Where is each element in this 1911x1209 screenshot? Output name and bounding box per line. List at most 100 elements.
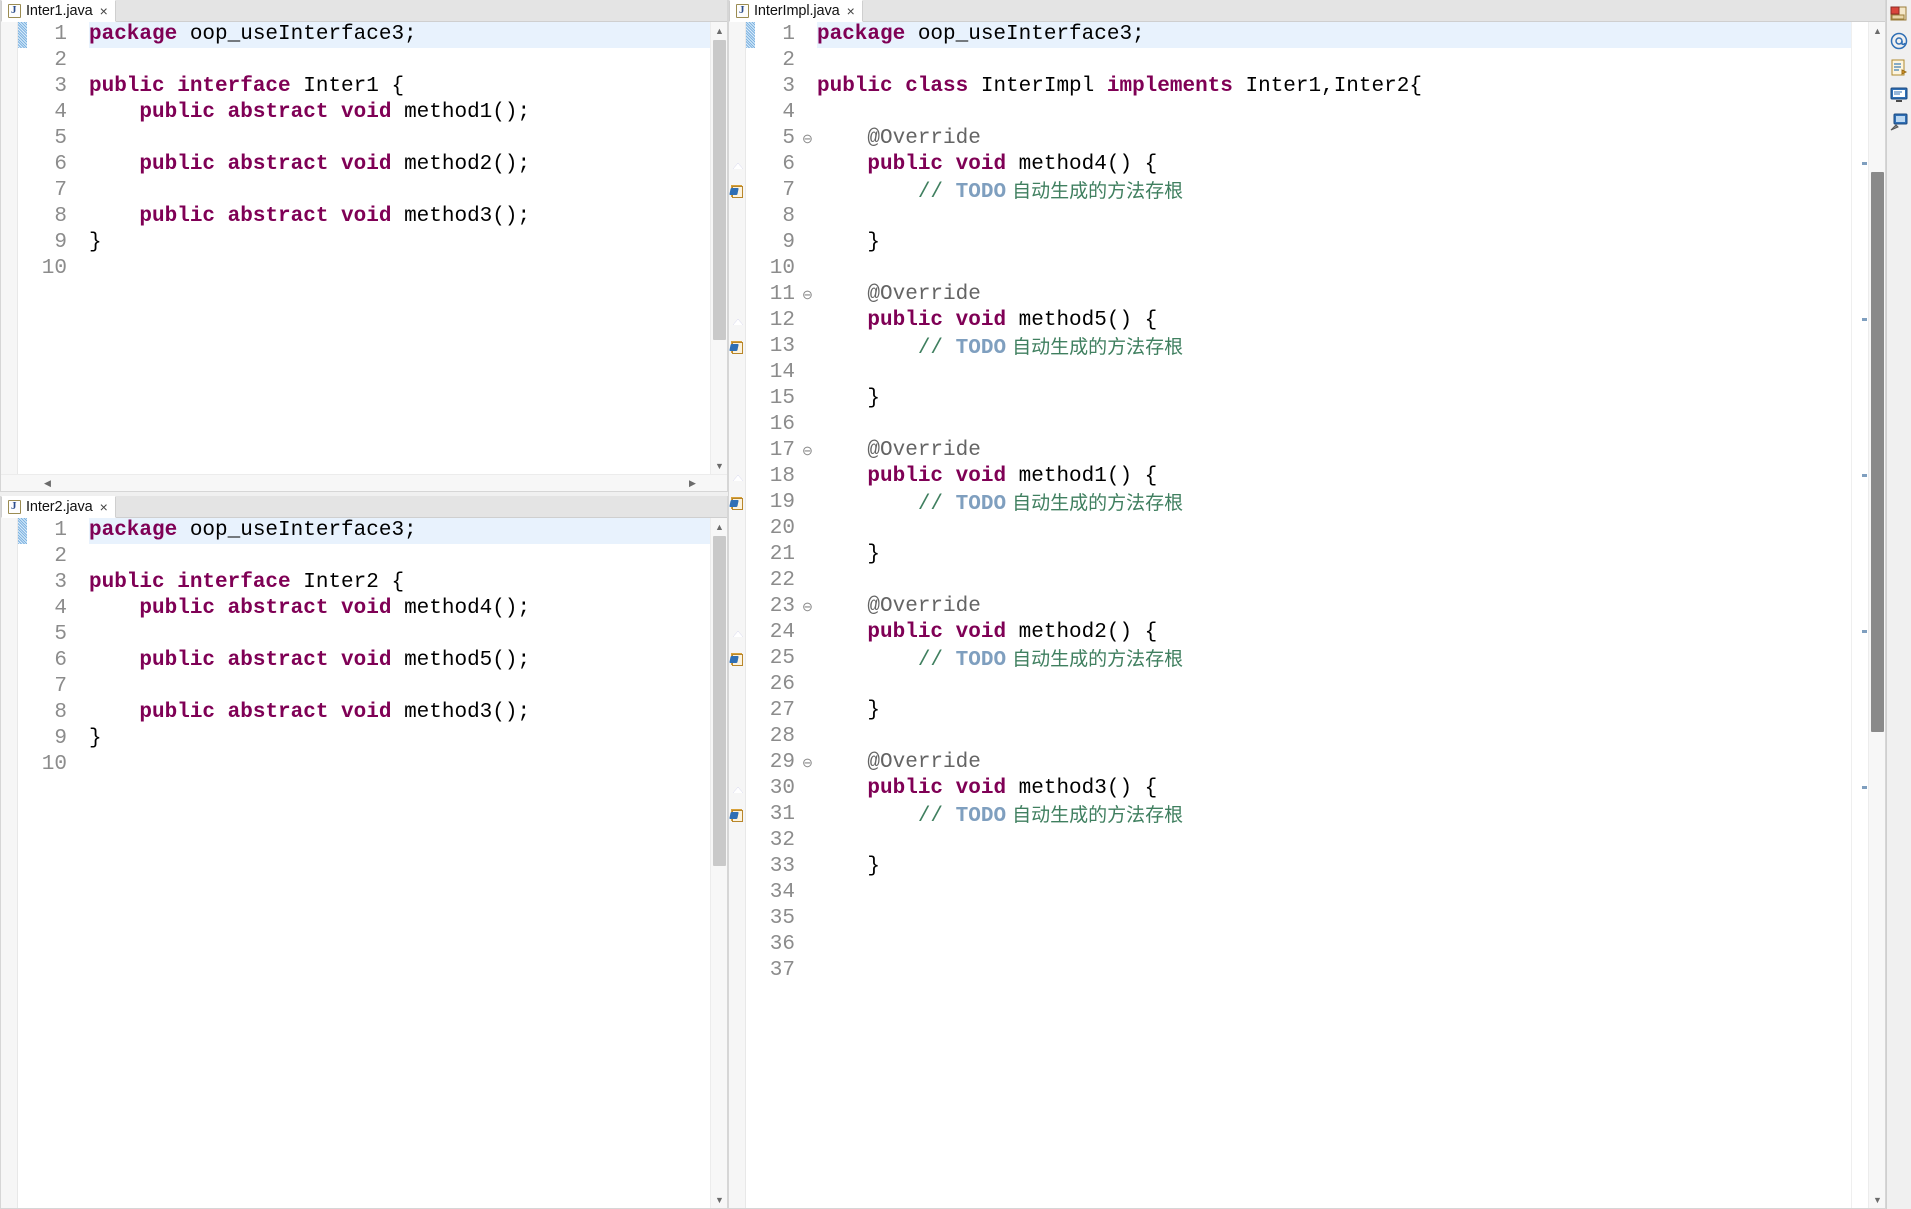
tab-inter2-java[interactable]: Inter2.java ×	[1, 496, 116, 518]
scroll-right-arrow-icon[interactable]: ▶	[684, 475, 701, 491]
at-sign-icon[interactable]	[1889, 31, 1909, 51]
overview-ruler-tick[interactable]	[1862, 318, 1867, 321]
horizontal-scrollbar-inter1[interactable]: ◀ ▶	[1, 474, 727, 491]
code-line[interactable]: public abstract void method4();	[89, 596, 710, 622]
code-line[interactable]: public abstract void method2();	[89, 152, 710, 178]
code-line[interactable]: @Override	[817, 594, 1851, 620]
tab-inter1-java[interactable]: Inter1.java ×	[1, 0, 116, 22]
override-indicator-icon[interactable]	[730, 470, 745, 483]
vertical-scrollbar-interimpl[interactable]: ▲ ▼	[1868, 22, 1885, 1208]
code-line[interactable]: // TODO 自动生成的方法存根	[817, 802, 1851, 828]
javadoc-view-icon[interactable]	[1889, 58, 1909, 78]
overview-ruler-interimpl[interactable]	[1851, 22, 1868, 1208]
vertical-scrollbar-inter1[interactable]: ▲ ▼	[710, 22, 727, 474]
todo-task-icon[interactable]	[730, 652, 745, 666]
overview-ruler-tick[interactable]	[1862, 474, 1867, 477]
scroll-down-arrow-icon[interactable]: ▼	[711, 457, 727, 474]
code-line[interactable]: @Override	[817, 438, 1851, 464]
fold-collapse-icon[interactable]: ⊖	[802, 750, 813, 776]
code-line[interactable]: // TODO 自动生成的方法存根	[817, 178, 1851, 204]
override-indicator-icon[interactable]	[730, 314, 745, 327]
override-indicator-icon[interactable]	[730, 782, 745, 795]
code-line[interactable]: public void method1() {	[817, 464, 1851, 490]
scroll-up-arrow-icon[interactable]: ▲	[711, 518, 727, 535]
todo-task-icon[interactable]	[730, 808, 745, 822]
debug-view-icon[interactable]	[1889, 112, 1909, 132]
code-line[interactable]: public void method2() {	[817, 620, 1851, 646]
close-icon[interactable]: ×	[847, 4, 855, 18]
code-line[interactable]	[89, 126, 710, 152]
todo-task-icon[interactable]	[730, 496, 745, 510]
annotation-ruler-inter1[interactable]	[1, 22, 18, 474]
fold-collapse-icon[interactable]: ⊖	[802, 282, 813, 308]
code-line[interactable]: public void method5() {	[817, 308, 1851, 334]
code-line[interactable]	[817, 880, 1851, 906]
code-line[interactable]	[817, 516, 1851, 542]
code-line[interactable]: }	[817, 230, 1851, 256]
vertical-scroll-thumb[interactable]	[713, 536, 726, 866]
code-line[interactable]: public abstract void method5();	[89, 648, 710, 674]
code-line[interactable]	[817, 672, 1851, 698]
code-line[interactable]: public abstract void method3();	[89, 204, 710, 230]
code-line[interactable]	[89, 48, 710, 74]
annotation-ruler-inter2[interactable]	[1, 518, 18, 1208]
todo-task-icon[interactable]	[730, 340, 745, 354]
scroll-down-arrow-icon[interactable]: ▼	[1869, 1191, 1885, 1208]
code-viewport-inter2[interactable]: 1 2 3 4 5 6 7 8 9 10 package oop_useInterface3; p…	[1, 518, 727, 1208]
override-indicator-icon[interactable]	[730, 626, 745, 639]
code-line[interactable]	[817, 360, 1851, 386]
scroll-left-arrow-icon[interactable]: ◀	[39, 475, 56, 491]
code-line[interactable]	[817, 256, 1851, 282]
code-line[interactable]: }	[817, 542, 1851, 568]
code-line[interactable]: public interface Inter1 {	[89, 74, 710, 100]
code-text-interimpl[interactable]: package oop_useInterface3; public class …	[815, 22, 1851, 1208]
code-viewport-inter1[interactable]: 1 2 3 4 5 6 7 8 9 10 package oop_useInterface3; p…	[1, 22, 727, 474]
console-view-icon[interactable]	[1889, 85, 1909, 105]
code-text-inter1[interactable]: package oop_useInterface3; public interf…	[87, 22, 710, 474]
code-line[interactable]: }	[817, 386, 1851, 412]
vertical-scroll-thumb[interactable]	[1871, 172, 1884, 732]
tab-interimpl-java[interactable]: InterImpl.java ×	[729, 0, 863, 22]
code-line[interactable]: public abstract void method1();	[89, 100, 710, 126]
folding-column-inter2[interactable]	[73, 518, 87, 1208]
code-line[interactable]: @Override	[817, 282, 1851, 308]
restore-perspective-icon[interactable]	[1889, 4, 1909, 24]
close-icon[interactable]: ×	[100, 4, 108, 18]
scroll-down-arrow-icon[interactable]: ▼	[711, 1191, 727, 1208]
code-line[interactable]: @Override	[817, 126, 1851, 152]
code-line[interactable]	[817, 958, 1851, 984]
code-text-inter2[interactable]: package oop_useInterface3; public interf…	[87, 518, 710, 1208]
code-line[interactable]	[89, 622, 710, 648]
code-line[interactable]	[89, 544, 710, 570]
vertical-scrollbar-inter2[interactable]: ▲ ▼	[710, 518, 727, 1208]
scroll-up-arrow-icon[interactable]: ▲	[711, 22, 727, 39]
code-line[interactable]	[89, 674, 710, 700]
close-icon[interactable]: ×	[100, 500, 108, 514]
code-line[interactable]	[817, 568, 1851, 594]
code-line[interactable]	[89, 752, 710, 778]
overview-ruler-tick[interactable]	[1862, 162, 1867, 165]
code-line[interactable]: }	[817, 698, 1851, 724]
code-line[interactable]: public class InterImpl implements Inter1…	[817, 74, 1851, 100]
code-viewport-interimpl[interactable]: 1 2 3 4 5 6 7 8 9 10 11 12 13 14 15 16 17 18 19 20 21 22 23 24 2…	[729, 22, 1885, 1208]
code-line[interactable]	[817, 906, 1851, 932]
code-line[interactable]: public interface Inter2 {	[89, 570, 710, 596]
code-line[interactable]: // TODO 自动生成的方法存根	[817, 334, 1851, 360]
code-line[interactable]	[817, 100, 1851, 126]
code-line[interactable]: // TODO 自动生成的方法存根	[817, 490, 1851, 516]
code-line[interactable]	[817, 828, 1851, 854]
fold-collapse-icon[interactable]: ⊖	[802, 126, 813, 152]
overview-ruler-tick[interactable]	[1862, 786, 1867, 789]
code-line[interactable]: @Override	[817, 750, 1851, 776]
code-line[interactable]: public abstract void method3();	[89, 700, 710, 726]
code-line[interactable]: // TODO 自动生成的方法存根	[817, 646, 1851, 672]
code-line[interactable]: }	[89, 726, 710, 752]
fold-collapse-icon[interactable]: ⊖	[802, 438, 813, 464]
vertical-scroll-thumb[interactable]	[713, 40, 726, 340]
code-line[interactable]	[89, 256, 710, 282]
code-line[interactable]	[817, 932, 1851, 958]
todo-task-icon[interactable]	[730, 184, 745, 198]
code-line[interactable]	[817, 412, 1851, 438]
code-line[interactable]: package oop_useInterface3;	[89, 22, 710, 48]
code-line[interactable]: public void method4() {	[817, 152, 1851, 178]
